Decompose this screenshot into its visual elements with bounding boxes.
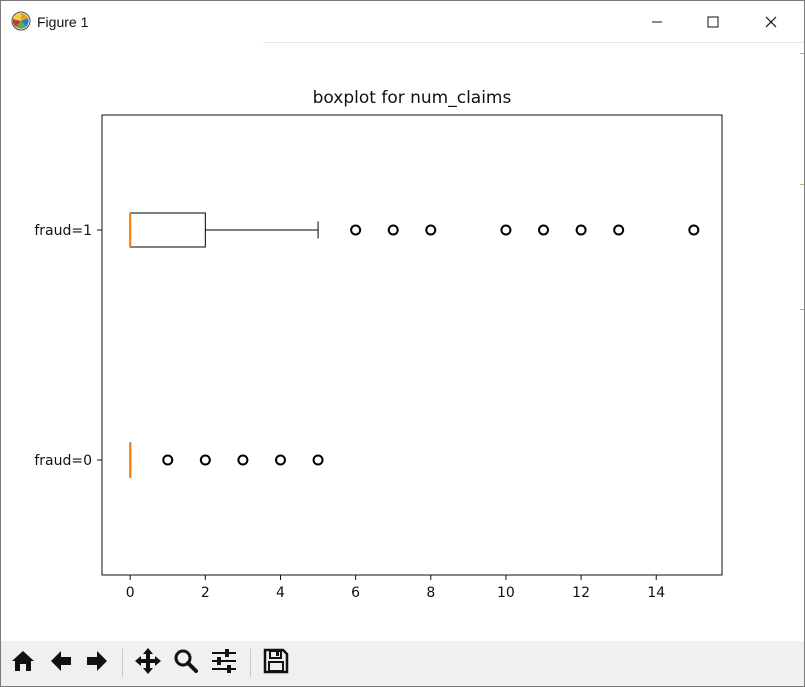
close-button[interactable]	[742, 1, 800, 43]
figure-window: Figure 1 boxplot for num_claims 0 2 4 6 8 10 12…	[0, 0, 805, 687]
outlier-point	[162, 454, 174, 466]
boxplot-chart: boxplot for num_claims 0 2 4 6 8 10 12 14 fraud=0…	[34, 88, 723, 601]
toolbar-separator	[122, 649, 123, 677]
outlier-point	[613, 224, 625, 236]
arrow-left-icon	[48, 648, 74, 678]
x-tick-label: 0	[126, 585, 135, 601]
x-tick-label: 8	[426, 585, 435, 601]
x-tick-label: 10	[497, 585, 515, 601]
chart-title: boxplot for num_claims	[313, 88, 512, 108]
home-button[interactable]	[6, 646, 40, 680]
outlier-point	[688, 224, 700, 236]
outlier-point	[237, 454, 249, 466]
outlier-point	[274, 454, 286, 466]
title-bar[interactable]: Figure 1	[1, 1, 804, 43]
window-edge-mark	[800, 309, 804, 310]
window-edge-mark	[800, 184, 804, 185]
x-tick-label: 6	[351, 585, 360, 601]
y-tick-label: fraud=0	[34, 453, 92, 469]
outlier-point	[312, 454, 324, 466]
x-tick-label: 14	[647, 585, 665, 601]
outlier-point	[538, 224, 550, 236]
x-tick-label: 4	[276, 585, 285, 601]
close-icon	[765, 16, 777, 28]
toolbar-separator	[250, 649, 251, 677]
save-button[interactable]	[259, 646, 293, 680]
minimize-icon	[651, 16, 663, 28]
y-tick-label: fraud=1	[34, 223, 92, 239]
magnifier-icon	[173, 648, 199, 678]
forward-button[interactable]	[80, 646, 114, 680]
arrow-right-icon	[84, 648, 110, 678]
maximize-icon	[707, 16, 719, 28]
move-icon	[134, 647, 162, 679]
window-title: Figure 1	[37, 14, 89, 30]
maximize-button[interactable]	[684, 1, 742, 43]
outlier-point	[350, 224, 362, 236]
outlier-point	[575, 224, 587, 236]
home-icon	[10, 648, 36, 678]
navigation-toolbar	[1, 641, 804, 686]
outlier-point	[500, 224, 512, 236]
minimize-button[interactable]	[628, 1, 686, 43]
configure-subplots-button[interactable]	[207, 646, 241, 680]
x-tick-label: 2	[201, 585, 210, 601]
zoom-button[interactable]	[169, 646, 203, 680]
outlier-point	[387, 224, 399, 236]
floppy-disk-icon	[263, 648, 289, 678]
pan-button[interactable]	[131, 646, 165, 680]
plot-frame	[101, 114, 723, 576]
outlier-point	[425, 224, 437, 236]
x-tick-label: 12	[572, 585, 590, 601]
window-edge-mark	[800, 53, 804, 54]
sliders-icon	[210, 648, 238, 678]
outlier-point	[199, 454, 211, 466]
figure-canvas[interactable]: boxplot for num_claims 0 2 4 6 8 10 12 14 fraud=0…	[1, 43, 804, 641]
box	[129, 212, 206, 248]
matplotlib-logo-icon	[11, 11, 31, 31]
back-button[interactable]	[44, 646, 78, 680]
